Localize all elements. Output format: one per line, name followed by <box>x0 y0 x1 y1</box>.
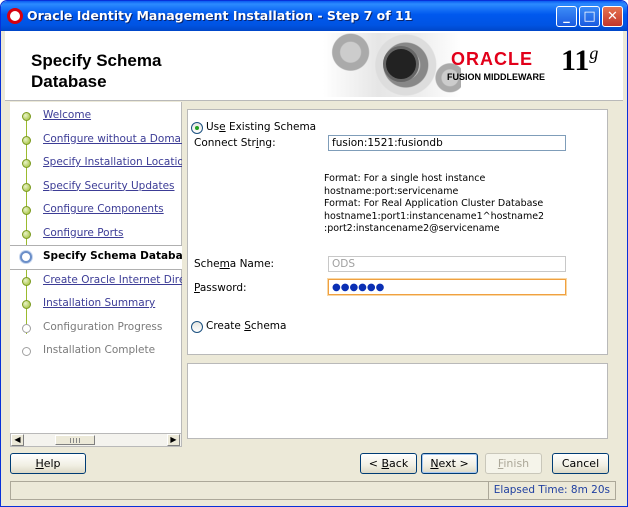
oracle-app-icon <box>7 8 23 24</box>
nav-step-label: Welcome <box>43 109 92 121</box>
format-help-line: :port2:instancename2@servicename <box>324 223 500 234</box>
help-button[interactable]: Help <box>10 453 86 474</box>
status-bar: Elapsed Time: 8m 20s <box>10 481 616 500</box>
back-button[interactable]: < Back <box>360 453 417 474</box>
schema-name-input[interactable]: ODS <box>328 256 566 272</box>
pending-step-icon <box>22 347 31 356</box>
use-existing-schema-radio[interactable] <box>191 122 203 134</box>
scroll-left-button[interactable]: ◀ <box>11 434 24 446</box>
password-mask: ●●●●●● <box>332 282 385 293</box>
nav-step-8[interactable]: Create Oracle Internet Directory <box>10 270 182 293</box>
completed-step-icon <box>22 229 31 239</box>
schema-form-panel: Use Existing Schema Connect String: fusi… <box>187 109 608 355</box>
nav-step-4[interactable]: Specify Security Updates <box>10 176 182 199</box>
format-help-line: Format: For a single host instance <box>324 173 486 184</box>
scroll-right-button[interactable]: ▶ <box>167 434 180 446</box>
gear-hub-icon <box>383 46 419 82</box>
pending-step-icon <box>22 323 31 333</box>
connect-string-format-help: Format: For a single host instance hostna… <box>324 173 544 236</box>
step-navigation: Welcome Configure without a Domain Specify… <box>10 102 182 447</box>
completed-step-icon <box>22 135 31 145</box>
version-number: 11 <box>561 44 590 77</box>
nav-step-5[interactable]: Configure Components <box>10 199 182 222</box>
format-help-line: hostname:port:servicename <box>324 185 459 197</box>
completed-step-icon <box>22 276 31 286</box>
nav-step-label: Configure Components <box>43 203 164 215</box>
version-suffix: g <box>589 43 599 63</box>
format-help-line: hostname1:port1:instancename1^hostname2 <box>324 210 545 222</box>
password-input[interactable]: ●●●●●● <box>328 279 566 295</box>
version-badge: 11g <box>561 43 598 78</box>
nav-step-7[interactable]: Specify Schema Database <box>10 245 182 270</box>
close-button[interactable]: ✕ <box>602 6 623 27</box>
minimize-button[interactable]: _ <box>556 6 577 27</box>
connect-string-input[interactable]: fusion:1521:fusiondb <box>328 135 566 151</box>
oracle-logo: ORACLE FUSION MIDDLEWARE <box>443 47 561 87</box>
current-step-icon <box>20 251 32 263</box>
completed-step-icon <box>22 300 31 309</box>
nav-step-2[interactable]: Configure without a Domain <box>10 129 182 152</box>
maximize-button[interactable]: □ <box>579 6 600 27</box>
maximize-icon: □ <box>583 9 596 24</box>
nav-horizontal-scrollbar[interactable]: ◀ ▶ <box>10 433 182 447</box>
nav-step-label: Create Oracle Internet Directory <box>43 273 182 286</box>
finish-button: Finish <box>485 453 542 474</box>
format-help-line: Format: For Real Application Cluster Dat… <box>324 198 544 209</box>
nav-step-10: Configuration Progress <box>10 317 182 340</box>
nav-step-1[interactable]: Welcome <box>10 105 182 128</box>
completed-step-icon <box>22 112 31 121</box>
cancel-button[interactable]: Cancel <box>552 453 609 474</box>
fusion-middleware-label: FUSION MIDDLEWARE <box>447 72 545 82</box>
completed-step-icon <box>22 182 31 192</box>
nav-step-3[interactable]: Specify Installation Location <box>10 152 182 175</box>
nav-step-9[interactable]: Installation Summary <box>10 293 182 316</box>
schema-name-label: Schema Name: <box>194 258 275 270</box>
header-banner: Specify Schema Database ORACLE FUSION MI… <box>5 31 623 101</box>
password-label: Password: <box>194 282 247 294</box>
nav-step-label: Installation Summary <box>43 297 156 309</box>
nav-step-label: Configure Ports <box>43 226 124 239</box>
nav-step-11: Installation Complete <box>10 340 182 363</box>
nav-step-label: Configure without a Domain <box>43 132 182 145</box>
next-button[interactable]: Next > <box>421 453 478 474</box>
nav-step-label: Specify Schema Database <box>43 250 182 262</box>
create-schema-radio[interactable] <box>191 321 203 333</box>
nav-step-label: Specify Security Updates <box>43 179 175 192</box>
title-bar[interactable]: Oracle Identity Management Installation … <box>1 1 627 31</box>
use-existing-schema-label[interactable]: Use Existing Schema <box>206 121 316 133</box>
window-title: Oracle Identity Management Installation … <box>27 8 413 23</box>
create-schema-label[interactable]: Create Schema <box>206 320 286 332</box>
nav-step-6[interactable]: Configure Ports <box>10 223 182 246</box>
page-title: Specify Schema Database <box>31 51 162 91</box>
close-icon: ✕ <box>607 9 618 24</box>
nav-step-label: Configuration Progress <box>43 320 163 333</box>
message-panel <box>187 363 608 439</box>
gears-illustration <box>323 33 461 97</box>
connect-string-label: Connect String: <box>194 137 276 149</box>
elapsed-time: Elapsed Time: 8m 20s <box>487 482 615 499</box>
completed-step-icon <box>22 159 31 168</box>
installer-window: Oracle Identity Management Installation … <box>0 0 628 507</box>
nav-step-label: Installation Complete <box>43 344 156 356</box>
current-step-divider <box>10 245 182 246</box>
nav-step-label: Specify Installation Location <box>43 156 182 168</box>
scroll-thumb[interactable] <box>55 435 95 445</box>
oracle-brand: ORACLE <box>451 49 533 69</box>
minimize-icon: _ <box>563 9 570 24</box>
completed-step-icon <box>22 206 31 215</box>
